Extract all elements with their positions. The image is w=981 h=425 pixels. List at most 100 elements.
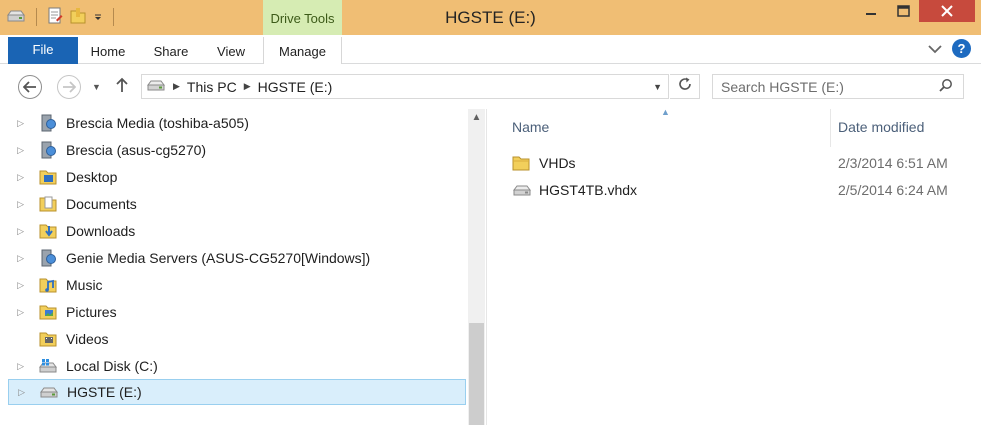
drive-tools-group: Drive Tools [263, 0, 342, 35]
column-header-date-modified[interactable]: Date modified [838, 119, 924, 135]
drive-icon[interactable] [6, 9, 26, 26]
tab-file[interactable]: File [8, 37, 78, 64]
nav-item-label: Desktop [66, 169, 118, 185]
up-arrow-icon[interactable] [116, 77, 128, 98]
vhd-drive-icon [512, 182, 532, 198]
expand-arrow-icon[interactable]: ▷ [8, 118, 30, 129]
nav-item-label: Videos [66, 331, 109, 347]
pictures-folder-icon [38, 303, 58, 321]
refresh-button[interactable] [670, 74, 700, 99]
breadcrumb-hgste[interactable]: HGSTE (E:) [258, 79, 333, 95]
title-bar: Drive Tools HGSTE (E:) [0, 0, 981, 35]
expand-arrow-icon[interactable]: ▷ [9, 387, 31, 398]
file-name: VHDs [539, 155, 576, 171]
help-icon[interactable]: ? [952, 39, 971, 58]
media-server-icon [38, 114, 58, 132]
window-title: HGSTE (E:) [445, 8, 536, 27]
breadcrumb-chevron-icon[interactable]: ▶ [173, 81, 180, 92]
expand-arrow-icon[interactable]: ▷ [8, 145, 30, 156]
nav-item-label: HGSTE (E:) [67, 384, 142, 400]
desktop-folder-icon [38, 168, 58, 186]
nav-item-local-disk-c[interactable]: ▷ Local Disk (C:) [8, 353, 466, 379]
expand-arrow-icon[interactable]: ▷ [8, 307, 30, 318]
drive-tools-label: Drive Tools [270, 11, 335, 26]
new-folder-icon[interactable] [69, 7, 87, 28]
properties-icon[interactable] [47, 7, 63, 28]
documents-folder-icon [38, 195, 58, 213]
refresh-icon [678, 77, 691, 90]
nav-item-downloads[interactable]: ▷ Downloads [8, 218, 466, 244]
minimize-button[interactable] [853, 0, 889, 22]
close-button[interactable] [919, 0, 975, 22]
file-row[interactable]: VHDs 2/3/2014 6:51 AM [512, 150, 972, 176]
file-list-pane: ▲ Name Date modified VHDs 2/3/2014 6:51 … [487, 107, 981, 425]
nav-item-label: Music [66, 277, 103, 293]
windows-drive-icon [38, 357, 58, 375]
tab-manage[interactable]: Manage [263, 37, 342, 64]
nav-item-videos[interactable]: Videos [8, 326, 466, 352]
qat-separator [113, 8, 114, 26]
expand-arrow-icon[interactable]: ▷ [8, 172, 30, 183]
expand-arrow-icon[interactable]: ▷ [8, 253, 30, 264]
navigation-pane: ▷ Brescia Media (toshiba-a505) ▷ Brescia… [0, 109, 487, 425]
nav-item-music[interactable]: ▷ Music [8, 272, 466, 298]
nav-item-brescia-media[interactable]: ▷ Brescia Media (toshiba-a505) [8, 110, 466, 136]
nav-item-desktop[interactable]: ▷ Desktop [8, 164, 466, 190]
tab-view[interactable]: View [204, 37, 258, 64]
address-bar[interactable]: ▶ This PC ▶ HGSTE (E:) ▼ [141, 74, 669, 99]
folder-icon [512, 155, 532, 171]
file-date: 2/5/2014 6:24 AM [838, 182, 948, 198]
expand-arrow-icon[interactable]: ▷ [8, 361, 30, 372]
column-header-name[interactable]: Name [512, 119, 549, 135]
nav-item-genie-media-servers[interactable]: ▷ Genie Media Servers (ASUS-CG5270[Windo… [8, 245, 466, 271]
scrollbar-thumb[interactable] [469, 323, 484, 425]
recent-locations-chevron-icon[interactable]: ▼ [92, 82, 101, 92]
sort-ascending-icon: ▲ [661, 107, 670, 117]
expand-arrow-icon[interactable]: ▷ [8, 226, 30, 237]
ribbon-expand-chevron-icon[interactable] [928, 41, 942, 57]
forward-arrow-icon [63, 81, 76, 93]
nav-item-brescia-asus[interactable]: ▷ Brescia (asus-cg5270) [8, 137, 466, 163]
nav-item-documents[interactable]: ▷ Documents [8, 191, 466, 217]
media-server-icon [38, 249, 58, 267]
column-separator[interactable] [830, 109, 831, 147]
nav-item-pictures[interactable]: ▷ Pictures [8, 299, 466, 325]
qat-separator [36, 8, 37, 26]
back-button[interactable] [18, 75, 42, 99]
expand-arrow-icon[interactable]: ▷ [8, 199, 30, 210]
navigation-bar: ▼ ▶ This PC ▶ HGSTE (E:) ▼ [0, 65, 981, 109]
nav-item-label: Pictures [66, 304, 117, 320]
scroll-up-icon[interactable]: ▲ [468, 112, 485, 123]
search-icon[interactable] [939, 78, 953, 95]
nav-item-label: Brescia Media (toshiba-a505) [66, 115, 249, 131]
media-server-icon [38, 141, 58, 159]
ribbon-tabs: File Home Share View Manage ? [0, 35, 981, 64]
address-dropdown-icon[interactable]: ▼ [653, 82, 662, 92]
nav-item-label: Documents [66, 196, 137, 212]
videos-folder-icon [38, 330, 58, 348]
nav-item-label: Brescia (asus-cg5270) [66, 142, 207, 158]
breadcrumb-this-pc[interactable]: This PC [187, 79, 237, 95]
close-icon [941, 5, 953, 17]
customize-dropdown-icon[interactable] [93, 9, 103, 25]
music-folder-icon [38, 276, 58, 294]
file-row[interactable]: HGST4TB.vhdx 2/5/2014 6:24 AM [512, 177, 972, 203]
maximize-button[interactable] [889, 0, 917, 22]
back-arrow-icon [23, 81, 36, 93]
forward-button[interactable] [57, 75, 81, 99]
nav-item-label: Local Disk (C:) [66, 358, 158, 374]
breadcrumb-chevron-icon[interactable]: ▶ [244, 81, 251, 92]
file-date: 2/3/2014 6:51 AM [838, 155, 948, 171]
drive-icon [39, 383, 59, 401]
downloads-folder-icon [38, 222, 58, 240]
drive-icon [146, 79, 166, 95]
search-input[interactable] [713, 75, 928, 98]
ribbon-right-controls: ? [928, 39, 971, 58]
expand-arrow-icon[interactable]: ▷ [8, 280, 30, 291]
tab-home[interactable]: Home [80, 37, 136, 64]
tab-share[interactable]: Share [142, 37, 200, 64]
search-box [712, 74, 964, 99]
file-name: HGST4TB.vhdx [539, 182, 638, 198]
nav-item-hgste-e[interactable]: ▷ HGSTE (E:) [8, 379, 466, 405]
nav-pane-scrollbar[interactable]: ▲ [468, 109, 485, 425]
